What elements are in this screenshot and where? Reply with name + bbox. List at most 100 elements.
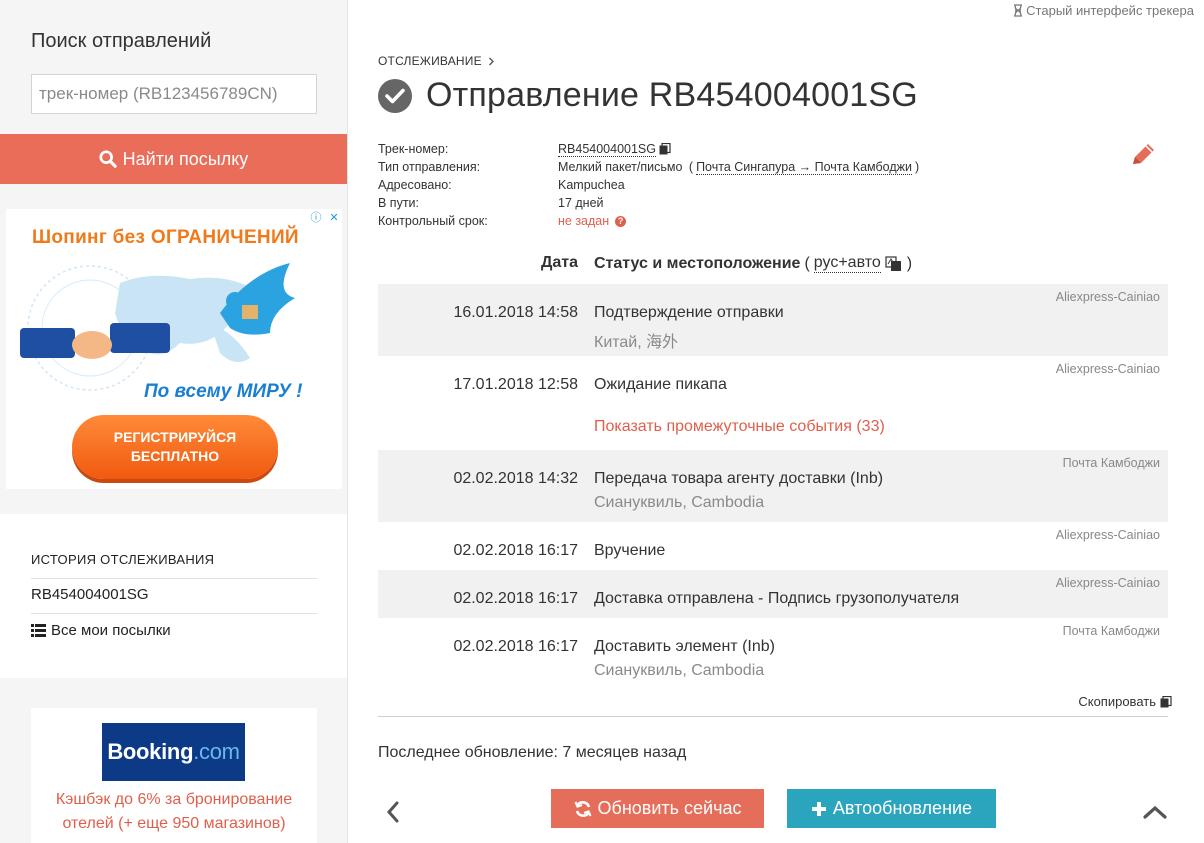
event-row: Aliexpress-Cainiao 02.02.2018 16:17 Вруч…: [378, 522, 1168, 570]
all-parcels-link[interactable]: Все мои посылки: [31, 622, 171, 639]
event-source: Почта Камбоджи: [1062, 456, 1160, 470]
auto-update-label: Автообновление: [832, 798, 973, 818]
breadcrumb-item[interactable]: ОТСЛЕЖИВАНИЕ: [378, 54, 482, 68]
event-date: 02.02.2018 16:17: [453, 542, 578, 559]
tracking-history-panel: ИСТОРИЯ ОТСЛЕЖИВАНИЯ RB454004001SG Все м…: [0, 514, 347, 678]
all-parcels-label: Все мои посылки: [51, 622, 171, 639]
search-icon: [99, 150, 117, 168]
date-column-header: Дата: [540, 254, 578, 271]
event-location: Сиануквиль, Cambodia: [594, 494, 765, 511]
divider: [31, 578, 317, 579]
find-parcel-label: Найти посылку: [122, 148, 249, 169]
refresh-icon: [574, 800, 592, 817]
shipment-info: Трек-номер: RB454004001SG Тип отправлени…: [378, 141, 920, 229]
event-source: Aliexpress-Cainiao: [1055, 576, 1160, 590]
route-link[interactable]: Почта Сингапура → Почта Камбоджи: [696, 160, 912, 175]
event-row: Почта Камбоджи 02.02.2018 14:32 Передача…: [378, 450, 1168, 522]
help-icon[interactable]: ?: [615, 215, 627, 227]
copy-icon: [1160, 695, 1172, 707]
event-date: 02.02.2018 16:17: [453, 590, 578, 607]
last-update-text: Последнее обновление: 7 месяцев назад: [378, 744, 687, 761]
event-status: Передача товара агенту доставки (Inb): [594, 470, 884, 487]
transit-label: В пути:: [378, 196, 420, 210]
ad-banner[interactable]: ⓘ ✕ Шопинг без ОГРАНИЧЕНИЙ По всему МИРУ…: [6, 209, 342, 489]
plus-icon: [811, 801, 826, 816]
event-status: Ожидание пикапа: [594, 376, 727, 393]
hourglass-icon: [1014, 4, 1023, 17]
copy-icon[interactable]: [659, 143, 671, 155]
translate-icon[interactable]: [885, 255, 903, 272]
ad-button-line2: БЕСПЛАТНО: [130, 448, 220, 464]
event-date: 02.02.2018 14:32: [453, 470, 578, 487]
refresh-now-button[interactable]: Обновить сейчас: [551, 789, 764, 828]
deadline-value[interactable]: не задан: [558, 214, 609, 228]
booking-logo[interactable]: Booking .com: [102, 723, 245, 781]
event-date: 17.01.2018 12:58: [453, 376, 578, 393]
chevron-left-icon: [386, 801, 399, 823]
shipment-type-label: Тип отправления:: [378, 160, 481, 174]
events-table-header: Дата Статус и местоположение ( рус+авто …: [378, 254, 1168, 276]
search-title: Поиск отправлений: [31, 30, 212, 52]
events-list: Aliexpress-Cainiao 16.01.2018 14:58 Подт…: [378, 284, 1168, 690]
status-column-header: Статус и местоположение ( рус+авто ): [594, 254, 913, 273]
event-status: Доставка отправлена - Подпись грузополуч…: [594, 590, 960, 607]
copy-label: Скопировать: [1078, 694, 1156, 709]
addressee-label: Адресовано:: [378, 178, 452, 192]
event-source: Aliexpress-Cainiao: [1055, 528, 1160, 542]
event-status: Доставить элемент (Inb): [594, 638, 775, 655]
event-row: Почта Камбоджи 02.02.2018 16:17 Доставит…: [378, 618, 1168, 690]
event-status: Вручение: [594, 542, 666, 559]
history-title: ИСТОРИЯ ОТСЛЕЖИВАНИЯ: [31, 552, 215, 567]
event-date: 16.01.2018 14:58: [453, 304, 578, 321]
ad-info-icon[interactable]: ⓘ: [310, 211, 322, 224]
ad-button-line1: РЕГИСТРИРУЙСЯ: [113, 429, 237, 445]
sidebar: Поиск отправлений Найти посылку ⓘ ✕ Шопи…: [0, 0, 348, 843]
scroll-top-button[interactable]: [1140, 797, 1170, 827]
event-source: Почта Камбоджи: [1062, 624, 1160, 638]
event-row: Aliexpress-Cainiao 02.02.2018 16:17 Дост…: [378, 570, 1168, 618]
addressee-value: Kampuchea: [558, 178, 625, 192]
find-parcel-button[interactable]: Найти посылку: [0, 134, 347, 184]
world-map-image: [20, 263, 295, 391]
chevron-up-icon: [1143, 805, 1167, 819]
event-location: Сиануквиль, Cambodia: [594, 662, 765, 679]
ad-controls: ⓘ ✕: [310, 211, 340, 225]
event-row: Aliexpress-Cainiao 16.01.2018 14:58 Подт…: [378, 284, 1168, 356]
divider: [31, 613, 317, 614]
track-number-value[interactable]: RB454004001SG: [558, 142, 656, 157]
event-date: 02.02.2018 16:17: [453, 638, 578, 655]
old-interface-label: Старый интерфейс трекера: [1026, 3, 1194, 18]
list-icon: [31, 624, 46, 637]
history-item[interactable]: RB454004001SG: [31, 586, 149, 603]
previous-button[interactable]: [378, 797, 408, 827]
check-circle-icon: [378, 78, 412, 113]
booking-promo[interactable]: Booking .com Кэшбэк до 6% за бронирование…: [31, 708, 317, 843]
show-intermediate-events-link[interactable]: Показать промежуточные события (33): [594, 418, 885, 436]
old-interface-link[interactable]: Старый интерфейс трекера: [1013, 3, 1194, 18]
tracking-number-input[interactable]: [31, 74, 317, 114]
event-location: Китай, 海外: [594, 334, 679, 351]
booking-cashback-text[interactable]: Кэшбэк до 6% за бронирование отелей (+ е…: [31, 788, 317, 836]
title-row: Отправление RB454004001SG: [378, 76, 918, 115]
page-title: Отправление RB454004001SG: [426, 76, 918, 114]
main-content: Старый интерфейс трекера ОТСЛЕЖИВАНИЕ От…: [348, 0, 1204, 843]
language-mode-link[interactable]: рус+авто: [813, 254, 881, 273]
transit-value: 17 дней: [558, 196, 604, 210]
ad-register-button[interactable]: РЕГИСТРИРУЙСЯ БЕСПЛАТНО: [72, 415, 278, 479]
event-row: Aliexpress-Cainiao 17.01.2018 12:58 Ожид…: [378, 356, 1168, 450]
shipment-type-value: Мелкий пакет/письмо: [558, 160, 683, 174]
deadline-label: Контрольный срок:: [378, 214, 488, 228]
breadcrumb[interactable]: ОТСЛЕЖИВАНИЕ: [378, 54, 495, 68]
ad-close-icon[interactable]: ✕: [328, 211, 340, 224]
event-status: Подтверждение отправки: [594, 304, 784, 321]
event-source: Aliexpress-Cainiao: [1055, 290, 1160, 304]
divider: [378, 716, 1168, 717]
pencil-edit-icon[interactable]: [1128, 140, 1158, 170]
event-source: Aliexpress-Cainiao: [1055, 362, 1160, 376]
ad-subtitle: По всему МИРУ !: [144, 381, 303, 402]
copy-events-link[interactable]: Скопировать: [1078, 694, 1172, 709]
chevron-right-icon: [488, 57, 494, 65]
auto-update-button[interactable]: Автообновление: [787, 789, 996, 828]
refresh-label: Обновить сейчас: [597, 798, 742, 818]
track-number-label: Трек-номер:: [378, 142, 449, 156]
